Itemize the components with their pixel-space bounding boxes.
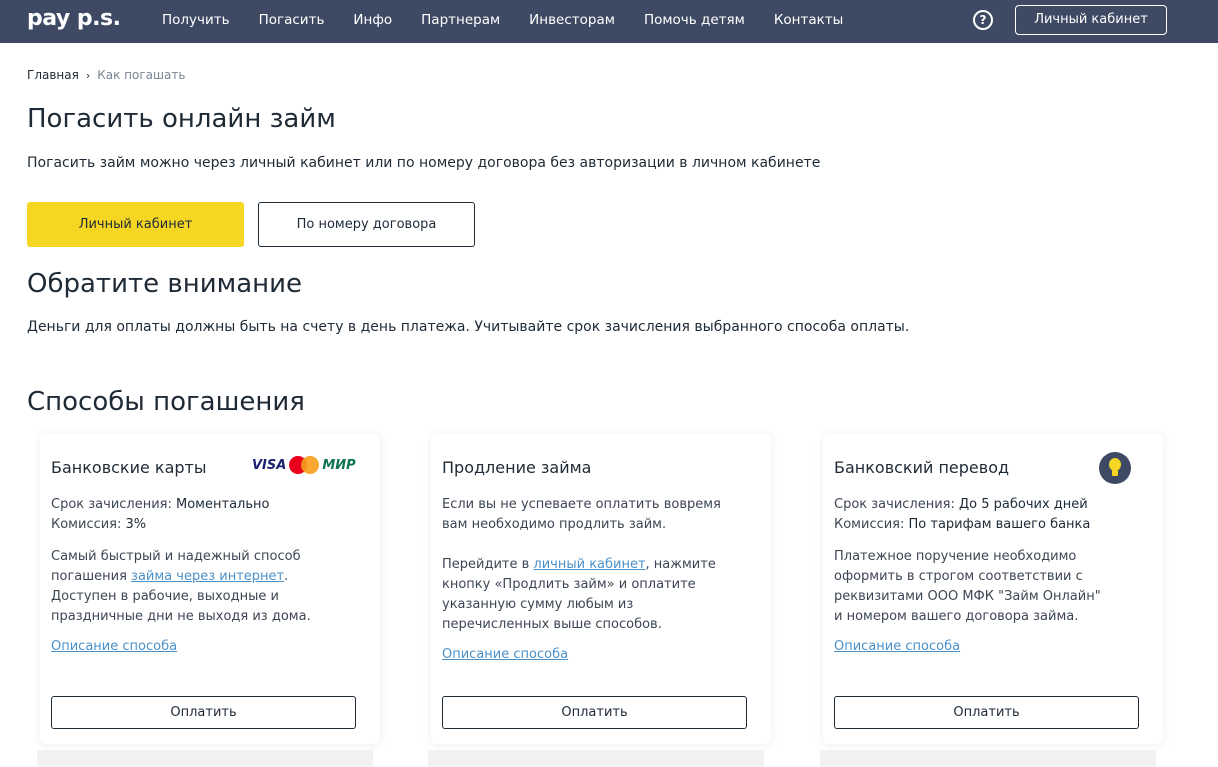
personal-cabinet-link[interactable]: личный кабинет — [533, 557, 645, 572]
nav-item-contacts[interactable]: Контакты — [774, 12, 843, 28]
card-description: Если вы не успеваете оплатить вовремя ва… — [442, 497, 721, 532]
nav-item-get[interactable]: Получить — [162, 12, 230, 28]
card-body: Срок зачисления: До 5 рабочих дней Комис… — [834, 495, 1144, 627]
attention-text: Деньги для оплаты должны быть на счету в… — [27, 319, 910, 335]
mastercard-logo — [289, 456, 320, 474]
lightbulb-icon — [1099, 452, 1131, 484]
card-title: Банковские карты — [51, 458, 207, 477]
nav-item-help-children[interactable]: Помочь детям — [644, 12, 745, 28]
nav-item-investors[interactable]: Инвесторам — [529, 12, 615, 28]
card-bank-transfer: Банковский перевод Срок зачисления: До 5… — [823, 434, 1163, 744]
card-loan-extension: Продление займа Если вы не успеваете опл… — [431, 434, 771, 744]
term-value: До 5 рабочих дней — [959, 497, 1088, 512]
breadcrumb-home[interactable]: Главная — [27, 68, 79, 82]
card-body: Срок зачисления: Моментально Комиссия: 3… — [51, 495, 361, 627]
payment-logos: VISA МИР — [252, 456, 356, 474]
fee-label: Комиссия: — [51, 517, 126, 532]
fee-label: Комиссия: — [834, 517, 909, 532]
card-title: Банковский перевод — [834, 458, 1010, 477]
breadcrumb-current: Как погашать — [97, 68, 186, 82]
card-description: Перейдите в — [442, 557, 534, 572]
breadcrumb-separator: › — [85, 68, 91, 82]
term-value: Моментально — [176, 497, 270, 512]
method-description-link[interactable]: Описание способа — [51, 639, 177, 654]
nav-item-partners[interactable]: Партнерам — [421, 12, 500, 28]
pay-button[interactable]: Оплатить — [834, 696, 1139, 729]
top-header: pay p.s. Получить Погасить Инфо Партнера… — [0, 0, 1218, 43]
card-bottom-strip — [820, 750, 1156, 767]
main-nav: Получить Погасить Инфо Партнерам Инвесто… — [162, 12, 872, 28]
breadcrumb: Главная › Как погашать — [27, 68, 185, 82]
card-bottom-strip — [37, 750, 373, 767]
cabinet-repay-button[interactable]: Личный кабинет — [27, 202, 244, 247]
attention-title: Обратите внимание — [27, 269, 303, 299]
method-description-link[interactable]: Описание способа — [442, 647, 568, 662]
nav-item-info[interactable]: Инфо — [353, 12, 392, 28]
page-subtitle: Погасить займ можно через личный кабинет… — [27, 155, 821, 171]
visa-logo: VISA — [252, 457, 287, 473]
contract-number-button[interactable]: По номеру договора — [258, 202, 475, 247]
fee-value: По тарифам вашего банка — [908, 517, 1091, 532]
nav-item-repay[interactable]: Погасить — [259, 12, 325, 28]
page-title: Погасить онлайн займ — [27, 104, 336, 134]
logo[interactable]: pay p.s. — [27, 6, 121, 31]
fee-value: 3% — [125, 517, 147, 532]
help-icon[interactable]: ? — [973, 10, 993, 30]
card-title: Продление займа — [442, 458, 592, 477]
mir-logo: МИР — [322, 457, 356, 473]
personal-cabinet-button[interactable]: Личный кабинет — [1015, 5, 1167, 35]
term-label: Срок зачисления: — [51, 497, 177, 512]
card-bank-cards: Банковские карты VISA МИР Срок зачислени… — [40, 434, 380, 744]
card-bottom-strip — [428, 750, 764, 767]
card-description: Платежное поручение необходимо оформить … — [834, 549, 1101, 624]
method-description-link[interactable]: Описание способа — [834, 639, 960, 654]
pay-button[interactable]: Оплатить — [51, 696, 356, 729]
online-loan-link[interactable]: займа через интернет — [131, 569, 284, 584]
card-body: Если вы не успеваете оплатить вовремя ва… — [442, 495, 752, 635]
methods-title: Способы погашения — [27, 387, 305, 417]
pay-button[interactable]: Оплатить — [442, 696, 747, 729]
term-label: Срок зачисления: — [834, 497, 960, 512]
